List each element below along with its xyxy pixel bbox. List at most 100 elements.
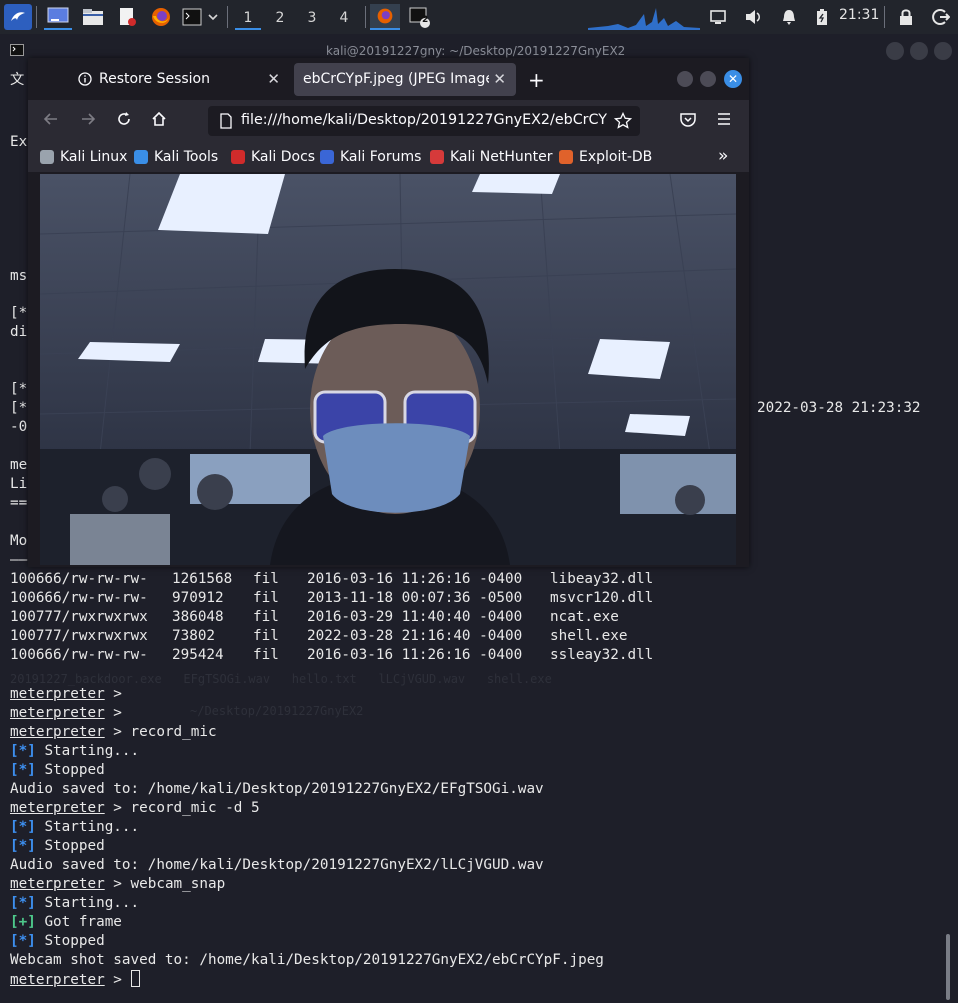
volume-icon[interactable] — [742, 4, 766, 30]
chevron-down-icon[interactable] — [205, 4, 221, 30]
file-name: msvcr120.dll — [550, 590, 654, 606]
info-tag: [*] — [10, 819, 36, 835]
status-text: Starting... — [44, 895, 140, 911]
back-icon[interactable] — [42, 110, 60, 128]
pocket-icon[interactable] — [679, 110, 697, 128]
image-viewer — [28, 172, 749, 567]
tab-label: ebCrCYpF.jpeg (JPEG Image, — [303, 71, 489, 87]
show-desktop-icon[interactable] — [44, 4, 72, 30]
prompt: meterpreter — [10, 972, 105, 988]
kali-forums-icon — [320, 150, 334, 164]
prompt: meterpreter — [10, 724, 105, 740]
bookmark-kali-forums[interactable]: Kali Forums — [320, 149, 421, 165]
status-line: [*] Stopped — [10, 837, 105, 856]
bookmark-kali-linux[interactable]: Kali Linux — [40, 149, 127, 165]
prompt: meterpreter — [10, 876, 105, 892]
command-text: webcam_snap — [130, 876, 226, 892]
info-tag: [*] — [10, 895, 36, 911]
bookmark-label: Kali Docs — [251, 149, 316, 165]
network-icon[interactable] — [706, 4, 730, 30]
prompt: meterpreter — [10, 705, 105, 721]
minimize-button[interactable] — [677, 71, 693, 87]
maximize-button[interactable] — [700, 71, 716, 87]
prompt-line: meterpreter > — [10, 705, 122, 721]
firefox-icon[interactable] — [148, 4, 174, 30]
notifications-icon[interactable] — [778, 4, 800, 30]
status-text: Got frame — [44, 914, 122, 930]
file-mode: 100666/rw-rw-rw- — [10, 647, 148, 663]
lock-icon[interactable] — [896, 4, 916, 30]
workspace-4[interactable]: 4 — [331, 6, 357, 30]
forward-icon[interactable] — [79, 110, 97, 128]
workspace-3[interactable]: 3 — [299, 6, 325, 30]
firefox-window: Restore Session ✕ ebCrCYpF.jpeg (JPEG Im… — [28, 58, 749, 567]
new-tab-button[interactable]: + — [528, 68, 545, 92]
bookmark-star-icon[interactable] — [614, 112, 632, 130]
status-text: Stopped — [44, 838, 105, 854]
workspace-2[interactable]: 2 — [267, 6, 293, 30]
prompt: meterpreter — [10, 686, 105, 702]
webcam-photo-image — [40, 174, 736, 565]
terminal-window-title: kali@20191227gny: ~/Desktop/20191227GnyE… — [326, 44, 626, 58]
terminal-scrollbar[interactable] — [946, 934, 950, 1000]
firefox-task-icon[interactable] — [370, 4, 400, 30]
kali-nethunter-icon — [430, 150, 444, 164]
terminal-fragment: di — [10, 324, 28, 340]
info-tag: [*] — [10, 933, 36, 949]
tab-restore-session[interactable]: Restore Session ✕ — [66, 63, 290, 96]
close-button[interactable] — [934, 42, 952, 60]
command-line: meterpreter > record_mic — [10, 724, 217, 740]
command-line: meterpreter > webcam_snap — [10, 876, 226, 892]
file-size: 73802 — [172, 628, 216, 644]
output-line: Webcam shot saved to: /home/kali/Desktop… — [10, 952, 604, 968]
close-tab-icon[interactable]: ✕ — [493, 63, 506, 96]
status-line: [+] Got frame — [10, 913, 122, 932]
status-line: [*] Starting... — [10, 818, 139, 837]
file-modified: 2022-03-28 21:16:40 -0400 — [307, 628, 523, 644]
clock[interactable]: 21:31 — [839, 7, 879, 23]
battery-icon[interactable] — [812, 4, 832, 30]
status-line: [*] Stopped — [10, 932, 105, 951]
terminal-fragment: 文 — [10, 72, 25, 88]
current-prompt-line[interactable]: meterpreter > — [10, 970, 140, 990]
maximize-button[interactable] — [910, 42, 928, 60]
ghost-text: 20191227_backdoor.exe EFgTSOGi.wav hello… — [10, 672, 552, 686]
minimize-button[interactable] — [886, 42, 904, 60]
tab-jpeg-image[interactable]: ebCrCYpF.jpeg (JPEG Image, ✕ — [294, 63, 516, 96]
bookmark-kali-docs[interactable]: Kali Docs — [231, 149, 315, 165]
info-tag: [*] — [10, 743, 36, 759]
terminal-fragment: Mo — [10, 533, 28, 549]
file-name: ssleay32.dll — [550, 647, 654, 663]
bookmark-kali-nethunter[interactable]: Kali NetHunter — [430, 149, 552, 165]
cpu-graph — [588, 4, 700, 30]
bookmark-exploit-db[interactable]: Exploit-DB — [559, 149, 652, 165]
url-text[interactable]: file:///home/kali/Desktop/20191227GnyEX2… — [241, 112, 607, 128]
file-mode: 100777/rwxrwxrwx — [10, 628, 148, 644]
webcam-photo[interactable] — [40, 174, 736, 565]
bookmark-label: Kali Linux — [60, 149, 128, 165]
file-manager-icon[interactable] — [80, 4, 106, 30]
output-line: Audio saved to: /home/kali/Desktop/20191… — [10, 781, 544, 797]
panel-separator — [365, 6, 366, 28]
page-icon — [220, 113, 232, 129]
kali-menu-icon[interactable] — [4, 4, 32, 30]
reload-icon[interactable] — [115, 110, 133, 128]
workspace-1[interactable]: 1 — [235, 6, 261, 30]
hamburger-menu-icon[interactable] — [715, 110, 733, 128]
bookmark-kali-tools[interactable]: Kali Tools — [134, 149, 218, 165]
terminal-launcher-icon[interactable] — [180, 4, 204, 30]
home-icon[interactable] — [150, 110, 168, 128]
file-modified: 2016-03-29 11:40:40 -0400 — [307, 609, 523, 625]
close-button[interactable]: ✕ — [724, 70, 742, 88]
terminal-fragment: —— — [10, 552, 28, 568]
timestamp-fragment: 2022-03-28 21:23:32 — [757, 400, 921, 416]
logout-icon[interactable] — [930, 4, 952, 30]
tab-strip: Restore Session ✕ ebCrCYpF.jpeg (JPEG Im… — [28, 58, 749, 100]
close-tab-icon[interactable]: ✕ — [267, 63, 280, 96]
url-bar[interactable]: file:///home/kali/Desktop/20191227GnyEX2… — [208, 106, 640, 136]
status-text: Stopped — [44, 933, 105, 949]
text-editor-icon[interactable] — [114, 4, 140, 30]
more-bookmarks-icon[interactable]: » — [718, 146, 728, 166]
terminal-task-icon[interactable]: 2 — [404, 4, 434, 30]
file-size: 295424 — [172, 647, 224, 663]
